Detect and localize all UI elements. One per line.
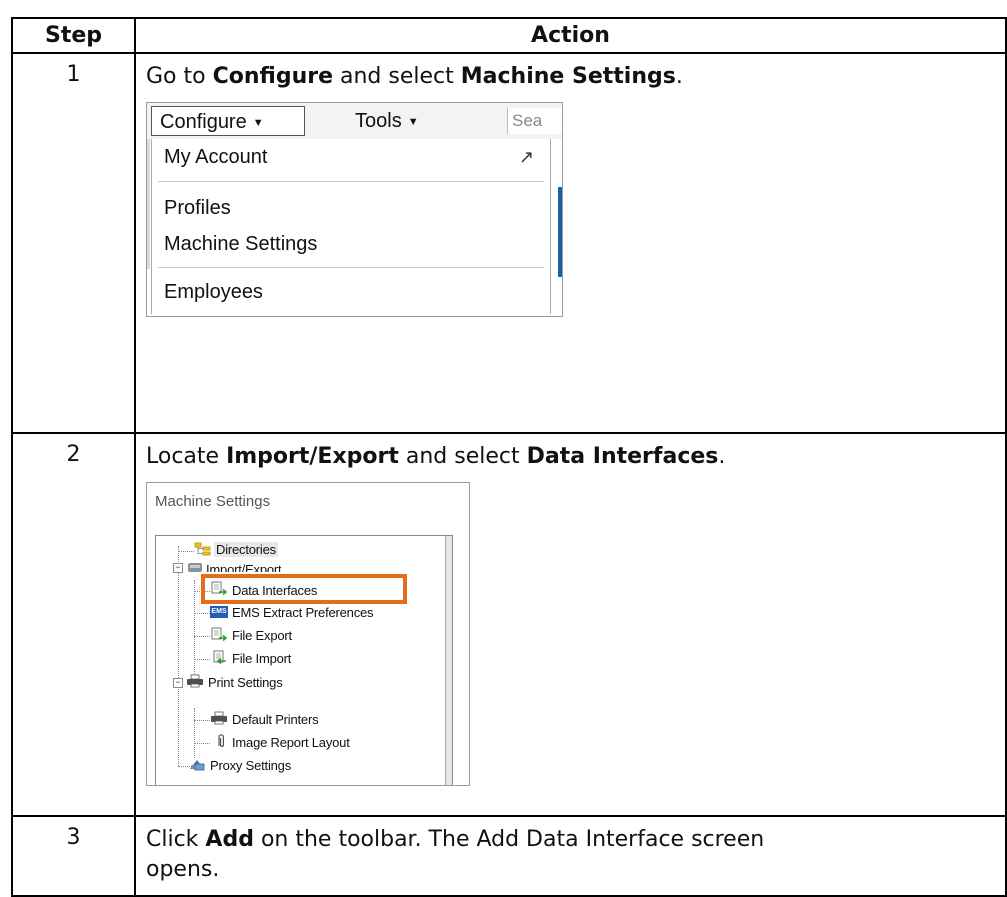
tools-menu-button[interactable]: Tools ▼ [355,106,419,136]
machine-settings-screenshot: Machine Settings Directories − Import/Ex… [146,482,470,786]
settings-tree: Directories − Import/Export Data Interfa… [155,535,453,785]
tree-item-import-export[interactable]: Import/Export [206,562,281,572]
menu-item-profiles[interactable]: Profiles [164,197,231,220]
tree-item-file-import[interactable]: File Import [232,651,291,666]
steps-table: Step Action 1 Go to Configure and select… [11,17,1007,897]
tree-item-proxy-settings[interactable]: Proxy Settings [210,758,291,773]
header-action: Action [134,17,1007,54]
table-row: 1 Go to Configure and select Machine Set… [11,52,1007,434]
instruction-text: Click Add on the toolbar. The Add Data I… [146,827,765,882]
configure-menu-button[interactable]: Configure ▼ [151,106,305,136]
configure-menu-screenshot: Configure ▼ Tools ▼ Sea My Account ↗ Profi… [146,102,563,317]
chevron-down-icon: ▼ [407,116,419,128]
highlight-box [201,574,407,604]
collapse-icon[interactable]: − [173,563,183,573]
tree-item-print-settings[interactable]: Print Settings [208,675,283,690]
chevron-down-icon: ▼ [252,117,264,129]
step-number: 2 [11,432,136,817]
import-export-icon [188,563,202,572]
printer-icon [211,711,227,725]
tree-item-image-report-layout[interactable]: Image Report Layout [232,735,350,750]
tree-item-file-export[interactable]: File Export [232,628,292,643]
step-action: Click Add on the toolbar. The Add Data I… [134,815,1007,897]
search-input[interactable]: Sea [507,108,562,134]
configure-dropdown-menu: My Account ↗ Profiles Machine Settings E… [151,139,551,314]
printer-icon [187,674,203,688]
tree-item-default-printers[interactable]: Default Printers [232,712,319,727]
file-import-icon [213,650,226,664]
menu-separator [158,267,544,268]
proxy-settings-icon [190,760,205,771]
table-header-row: Step Action [11,17,1007,54]
file-export-icon [211,627,228,641]
instruction-text: Locate Import/Export and select Data Int… [146,444,726,469]
menu-item-employees[interactable]: Employees [164,281,263,304]
step-number: 3 [11,815,136,897]
table-row: 2 Locate Import/Export and select Data I… [11,432,1007,817]
folder-tree-icon [194,542,211,556]
tree-item-directories[interactable]: Directories [214,542,278,557]
step-action: Go to Configure and select Machine Setti… [134,52,1007,434]
header-step: Step [11,17,136,54]
table-row: 3 Click Add on the toolbar. The Add Data… [11,815,1007,897]
step-number: 1 [11,52,136,434]
scrollbar[interactable] [445,536,452,785]
instruction-text: Go to Configure and select Machine Setti… [146,64,683,89]
ems-icon: EMS [210,606,228,618]
collapse-icon[interactable]: − [173,678,183,688]
menu-separator [158,181,544,182]
panel-title: Machine Settings [155,493,271,510]
menu-item-machine-settings[interactable]: Machine Settings [164,233,317,256]
external-arrow-icon: ↗ [518,147,534,167]
paperclip-icon [218,734,224,747]
menu-item-my-account[interactable]: My Account [164,146,267,169]
step-action: Locate Import/Export and select Data Int… [134,432,1007,817]
tree-item-ems-extract-preferences[interactable]: EMS Extract Preferences [232,605,374,620]
